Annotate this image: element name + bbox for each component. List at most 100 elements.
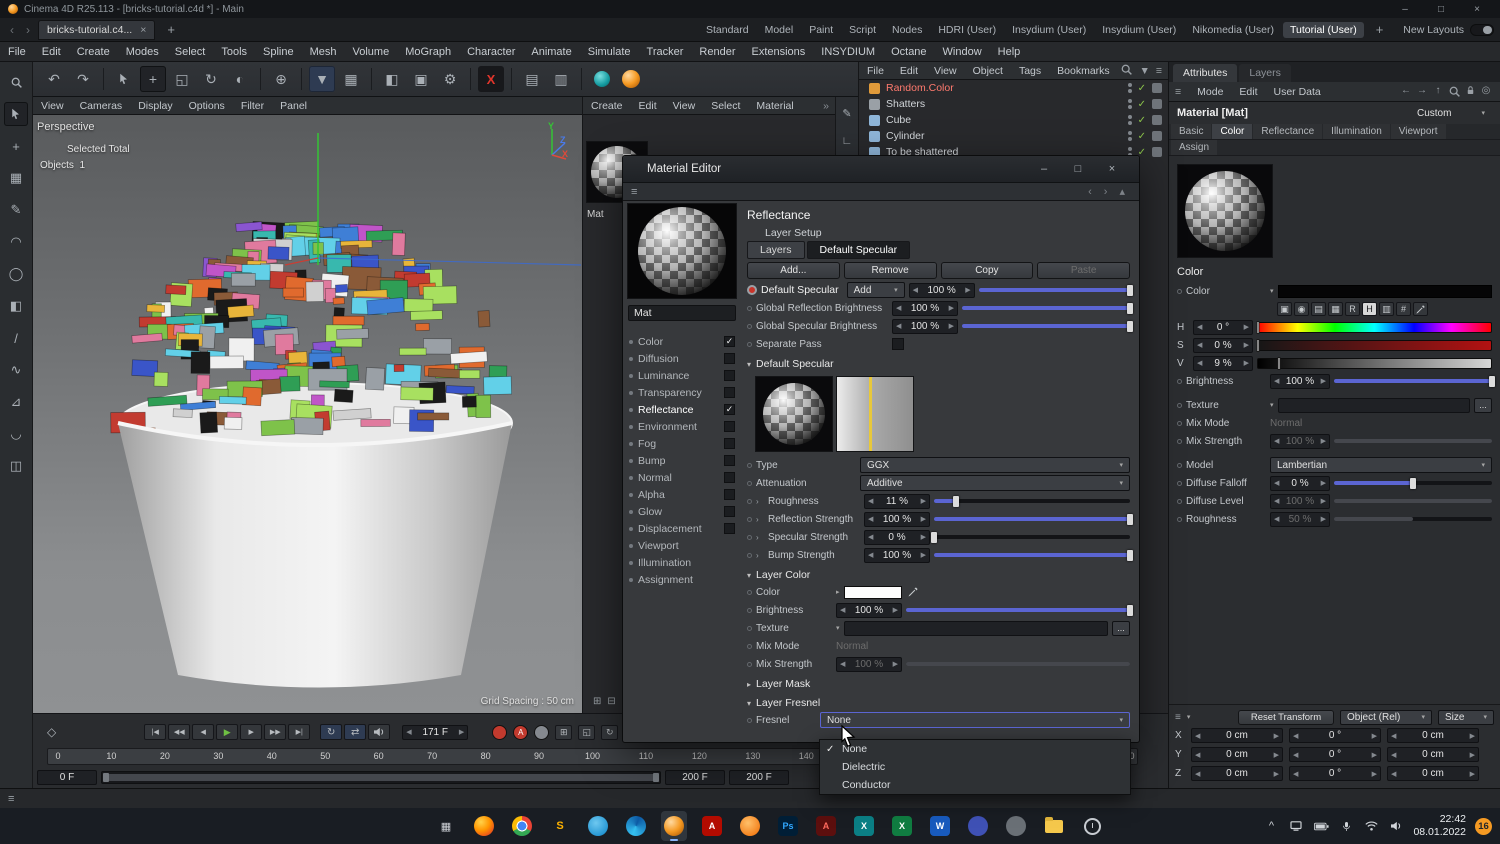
channel-assignment[interactable]: Assignment [625, 571, 739, 588]
channel-alpha[interactable]: Alpha [625, 486, 739, 503]
eyedropper-icon[interactable] [906, 585, 920, 599]
color-dropdown-caret[interactable]: ▾ [1270, 287, 1274, 295]
menu-character[interactable]: Character [459, 46, 523, 58]
hsv-v-spinner[interactable]: ◀ 9 % ▶ [1193, 355, 1253, 371]
fresnel-option-conductor[interactable]: Conductor [820, 776, 1130, 794]
pingpong-mode-button[interactable]: ⇄ [344, 724, 367, 740]
layout-tab-insydium-user-7[interactable]: Insydium (User) [1095, 22, 1183, 38]
specular-strength-slider[interactable] [931, 530, 1130, 545]
channel-bump[interactable]: Bump [625, 452, 739, 469]
expand-icon[interactable]: › [756, 551, 764, 560]
next-frame-button[interactable]: ▶ [240, 724, 263, 740]
minimize-button[interactable]: – [1390, 4, 1420, 15]
texture-browse-button[interactable]: ... [1474, 397, 1492, 413]
channel-checkbox[interactable] [724, 489, 735, 500]
notification-badge[interactable]: 16 [1475, 817, 1492, 835]
up-icon[interactable]: ▴ [1113, 185, 1131, 198]
remove-layer-button[interactable]: Remove [843, 261, 937, 279]
rotation-x-field[interactable]: ◀ 0 ° ▶ [1289, 728, 1381, 743]
channel-checkbox[interactable] [724, 370, 735, 381]
objmgr-menu-object[interactable]: Object [965, 65, 1011, 77]
pen-icon[interactable]: ✎ [837, 103, 857, 123]
rotate-tool-icon[interactable]: ↻ [198, 66, 224, 92]
specular-preview-sphere[interactable] [755, 376, 833, 452]
tab-default-specular[interactable]: Default Specular [806, 241, 911, 259]
live-selection-icon[interactable] [111, 66, 137, 92]
new-layouts-toggle[interactable] [1470, 23, 1494, 36]
tab-viewport[interactable]: Viewport [1390, 124, 1446, 139]
layer-strength-slider[interactable] [978, 283, 1133, 298]
hsv-h-spinner[interactable]: ◀ 0 ° ▶ [1193, 319, 1253, 335]
cinema4d-icon[interactable] [661, 811, 687, 841]
forward-icon[interactable]: › [1098, 186, 1114, 198]
sound-toggle-button[interactable] [368, 724, 391, 740]
octane-plugin-icon[interactable] [589, 66, 615, 92]
hsv-mode-button[interactable]: H [1362, 302, 1377, 316]
file-explorer-icon[interactable] [1041, 811, 1067, 841]
rgb-mode-button[interactable]: R [1345, 302, 1360, 316]
picture-mode-icon[interactable]: ▦ [1328, 302, 1343, 316]
tag-icon[interactable] [1152, 83, 1162, 93]
asset-browser-icon[interactable] [618, 66, 644, 92]
channel-checkbox[interactable] [724, 472, 735, 483]
photoshop-icon[interactable]: Ps [775, 811, 801, 841]
channel-normal[interactable]: Normal [625, 469, 739, 486]
spline-tool-icon[interactable]: ◠ [4, 230, 28, 254]
object-row-random-color[interactable]: Random.Color ✓ [859, 80, 1168, 96]
knife-tool-icon[interactable]: / [4, 326, 28, 350]
layout-tab-script-3[interactable]: Script [842, 22, 883, 38]
scale-tool-icon[interactable]: ◱ [169, 66, 195, 92]
loop-mode-button[interactable]: ↻ [320, 724, 343, 740]
expand-icon[interactable]: › [756, 515, 764, 524]
back-icon[interactable]: ‹ [1082, 186, 1098, 198]
channel-environment[interactable]: Environment [625, 418, 739, 435]
hsv-h-bar[interactable] [1256, 320, 1492, 334]
adobe-app-icon[interactable]: A [813, 811, 839, 841]
tab-layers[interactable]: Layers [747, 241, 805, 259]
tab-attributes[interactable]: Attributes [1173, 64, 1238, 82]
material-editor-titlebar[interactable]: Material Editor – □ × [623, 156, 1139, 183]
primitive-tool-icon[interactable]: ◯ [4, 262, 28, 286]
tab-color[interactable]: Color [1212, 124, 1253, 139]
menu-icon[interactable]: ≡ [1175, 86, 1187, 98]
color-swatch[interactable] [1277, 284, 1492, 298]
enabled-check-icon[interactable]: ✓ [1138, 83, 1146, 94]
expand-icon[interactable]: › [756, 533, 764, 542]
taskbar-clock[interactable]: 22:42 08.01.2022 [1413, 813, 1466, 839]
viewport-menu-panel[interactable]: Panel [272, 100, 315, 112]
pin-icon[interactable]: ◎ [1478, 85, 1494, 98]
specular-falloff-gradient[interactable] [836, 376, 914, 452]
mirror-tool-icon[interactable]: ◫ [4, 454, 28, 478]
menu-octane[interactable]: Octane [883, 46, 934, 58]
layer-color-section[interactable]: ▾ Layer Color [747, 567, 1130, 583]
visibility-dots[interactable] [1127, 83, 1132, 93]
layer-mode-dropdown[interactable]: Add ▾ [846, 282, 905, 298]
tab-basic[interactable]: Basic [1171, 124, 1212, 139]
matmgr-menu-material[interactable]: Material [748, 100, 801, 112]
back-icon[interactable]: ← [1398, 85, 1414, 98]
hsv-s-spinner[interactable]: ◀ 0 % ▶ [1193, 337, 1253, 353]
menu-create[interactable]: Create [69, 46, 118, 58]
range-start-handle[interactable] [103, 772, 109, 782]
objmgr-menu-file[interactable]: File [859, 65, 892, 77]
default-specular-section[interactable]: ▾ Default Specular [747, 356, 1130, 372]
roughness-slider[interactable] [934, 494, 1130, 509]
range-end-field[interactable]: 200 F [665, 769, 725, 785]
bump-strength-spinner[interactable]: ◀ 100 % ▶ [864, 547, 930, 563]
channel-reflectance[interactable]: Reflectance ✓ [625, 401, 739, 418]
viewport-menu-options[interactable]: Options [181, 100, 233, 112]
add-layout-button[interactable]: + [1368, 22, 1392, 37]
chrome-icon[interactable] [509, 811, 535, 841]
roughness-spinner[interactable]: ◀ 11 % ▶ [864, 493, 930, 509]
texture-field[interactable] [1277, 397, 1470, 413]
forward-icon[interactable]: → [1414, 85, 1430, 98]
rotation-z-field[interactable]: ◀ 0 ° ▶ [1289, 766, 1381, 781]
tab-illumination[interactable]: Illumination [1323, 124, 1390, 139]
edge-icon[interactable] [623, 811, 649, 841]
channel-checkbox[interactable] [724, 353, 735, 364]
magnet-tool-icon[interactable]: ◡ [4, 422, 28, 446]
channel-checkbox[interactable] [724, 523, 735, 534]
layout-tab-model-1[interactable]: Model [758, 22, 801, 38]
material-preview[interactable] [627, 203, 737, 299]
viewport-layout-icons[interactable]: ⊞ ⊟ [593, 696, 616, 707]
